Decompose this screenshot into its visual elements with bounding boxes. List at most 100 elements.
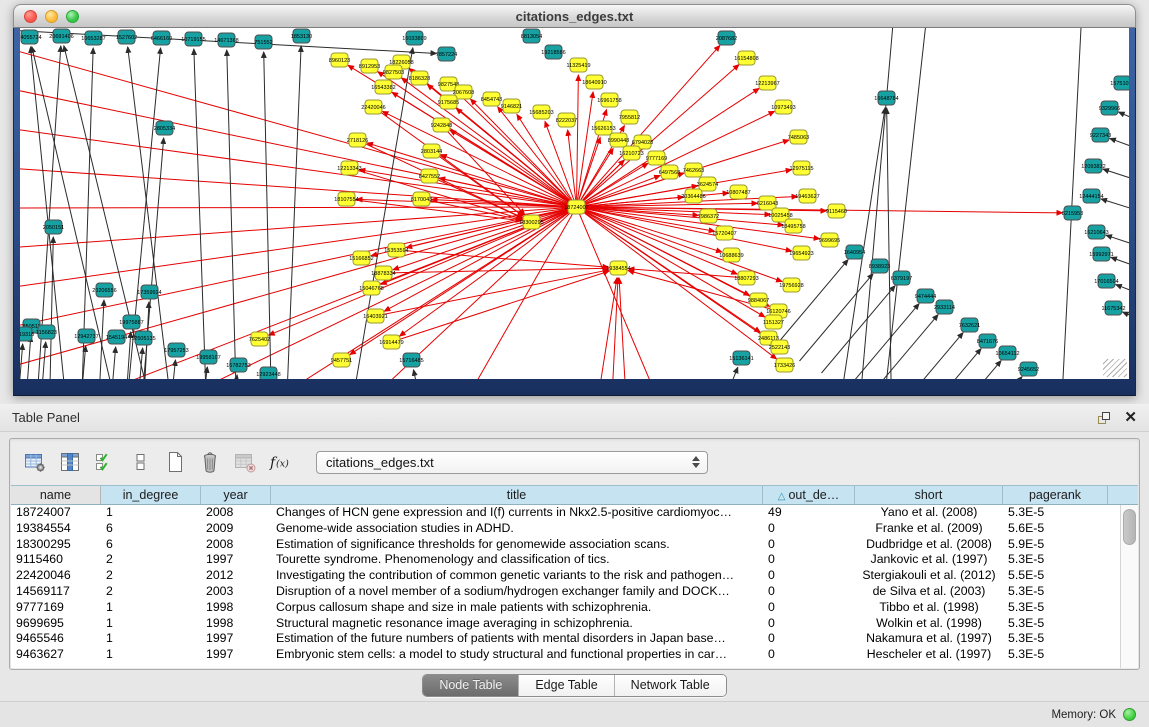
graph-node[interactable]: 15046768 [359, 281, 383, 295]
graph-node[interactable]: 9146821 [501, 99, 522, 113]
graph-node[interactable]: 9329966 [1099, 101, 1120, 115]
function-builder-icon[interactable]: f (x) [267, 449, 293, 475]
graph-node[interactable]: 8912953 [359, 59, 380, 73]
graph-node[interactable]: 6466160 [151, 31, 172, 45]
graph-node[interactable]: 19654923 [789, 246, 813, 260]
delete-rows-trash-icon[interactable] [197, 449, 223, 475]
graph-node[interactable]: 15992971 [1089, 247, 1113, 261]
graph-node[interactable]: 16154808 [734, 51, 758, 65]
graph-node[interactable]: 16648784 [874, 91, 898, 105]
column-header-title[interactable]: title [271, 486, 763, 504]
graph-node[interactable]: 9175685 [438, 95, 459, 109]
graph-node[interactable]: 1151327 [763, 315, 784, 329]
table-row[interactable]: 911546021997Tourette syndrome. Phenomeno… [11, 552, 1138, 568]
table-row[interactable]: 2242004622012Investigating the contribut… [11, 568, 1138, 584]
network-canvas[interactable]: 1872400789601238912953182260589827503818… [20, 28, 1129, 379]
show-columns-icon[interactable] [57, 449, 83, 475]
graph-node[interactable]: 16782753 [226, 358, 250, 372]
canvas-resize-grip[interactable] [1103, 359, 1127, 377]
graph-node[interactable]: 9699695 [819, 233, 840, 247]
graph-node[interactable]: 2805334 [154, 121, 175, 135]
graph-node[interactable]: 10807487 [726, 185, 750, 199]
graph-node[interactable]: 20691406 [49, 29, 73, 43]
graph-node[interactable]: 16403921 [363, 309, 387, 323]
graph-node[interactable]: 751552 [254, 35, 272, 49]
graph-node[interactable]: 16543382 [371, 80, 395, 94]
graph-node[interactable]: 9227343 [1090, 128, 1111, 142]
row-height-icon[interactable] [127, 449, 153, 475]
graph-node[interactable]: 12505135 [131, 331, 155, 345]
graph-node[interactable]: 1733426 [774, 358, 795, 372]
graph-node[interactable]: 16914479 [379, 335, 403, 349]
float-panel-icon[interactable] [1096, 410, 1112, 426]
graph-node[interactable]: 19756928 [779, 278, 803, 292]
column-header-out_de[interactable]: △out_de… [763, 486, 855, 504]
graph-node[interactable]: 14671368 [214, 33, 238, 47]
graph-node[interactable]: 2050151 [43, 220, 64, 234]
graph-node[interactable]: 19384554 [606, 261, 630, 275]
graph-node[interactable]: 6497568 [659, 165, 680, 179]
graph-node[interactable]: 7857224 [436, 47, 457, 61]
graph-node[interactable]: 11325419 [566, 58, 590, 72]
graph-node[interactable]: 2933114 [934, 300, 955, 314]
graph-node[interactable]: 7462663 [683, 163, 704, 177]
table-row[interactable]: 977716911998Corpus callosum shape and si… [11, 600, 1138, 616]
graph-node[interactable]: 16961758 [597, 93, 621, 107]
graph-node[interactable]: 12942737 [74, 329, 98, 343]
column-header-name[interactable]: name [11, 486, 101, 504]
graph-node[interactable]: 8222037 [556, 113, 577, 127]
graph-node[interactable]: 12213343 [337, 161, 361, 175]
graph-node[interactable]: 8990448 [608, 133, 629, 147]
graph-node[interactable]: 10653287 [81, 31, 105, 45]
graph-node[interactable]: 15685203 [529, 105, 553, 119]
graph-node[interactable]: 15136141 [729, 351, 753, 365]
graph-node[interactable]: 1156823 [36, 325, 57, 339]
column-header-year[interactable]: year [201, 486, 271, 504]
graph-node[interactable]: 12975115 [789, 161, 813, 175]
graph-node[interactable]: 15353594 [384, 243, 408, 257]
graph-node[interactable]: 9242848 [431, 118, 452, 132]
graph-node[interactable]: 1640954 [844, 245, 865, 259]
graph-node[interactable]: 10688639 [719, 248, 743, 262]
graph-node[interactable]: 18807293 [734, 271, 758, 285]
scrollbar-thumb[interactable] [1123, 509, 1136, 545]
graph-node[interactable]: 19218586 [541, 45, 565, 59]
graph-node[interactable]: 12093832 [1081, 159, 1105, 173]
graph-node[interactable]: 12213967 [755, 76, 779, 90]
graph-node[interactable]: 18495758 [781, 219, 805, 233]
table-selector-dropdown[interactable]: citations_edges.txt [316, 451, 708, 474]
graph-node[interactable]: 1545194 [106, 330, 127, 344]
tab-node-table[interactable]: Node Table [423, 675, 518, 696]
graph-node[interactable]: 12923448 [256, 367, 280, 379]
graph-node[interactable]: 7955812 [619, 110, 640, 124]
graph-node[interactable]: 8170043 [411, 192, 432, 206]
graph-node[interactable]: 8186328 [409, 71, 430, 85]
graph-node[interactable]: 18300295 [519, 215, 543, 229]
table-row[interactable]: 1456911722003Disruption of a novel membe… [11, 584, 1138, 600]
graph-node[interactable]: 9245652 [1018, 362, 1039, 376]
graph-node[interactable]: 1527602 [116, 30, 137, 44]
column-header-in_degree[interactable]: in_degree [101, 486, 201, 504]
graph-node[interactable]: 8215953 [1062, 206, 1083, 220]
graph-node[interactable]: 15166852 [349, 251, 373, 265]
graph-node[interactable]: 20364486 [681, 189, 705, 203]
graph-node[interactable]: 7986372 [698, 209, 719, 223]
graph-node[interactable]: 9827503 [383, 65, 404, 79]
graph-node[interactable]: 8471676 [977, 334, 998, 348]
graph-node[interactable]: 9884067 [748, 293, 769, 307]
graph-node[interactable]: 12444154 [1079, 189, 1103, 203]
graph-node[interactable]: 2522143 [769, 340, 790, 354]
graph-node[interactable]: 8960123 [329, 53, 350, 67]
vertical-scrollbar[interactable] [1120, 505, 1138, 668]
graph-node[interactable]: 10973493 [771, 100, 795, 114]
table-settings-icon[interactable] [22, 449, 48, 475]
table-row[interactable]: 1830029562008Estimation of significance … [11, 537, 1138, 553]
table-row[interactable]: 946362711997Embryonic stem cells: a mode… [11, 647, 1138, 663]
graph-node[interactable]: 15751074 [1110, 76, 1129, 90]
table-row[interactable]: 1938455462009Genome-wide association stu… [11, 521, 1138, 537]
graph-node[interactable]: 11675342 [1101, 301, 1125, 315]
graph-node[interactable]: 15716485 [399, 353, 423, 367]
graph-node[interactable]: 3919318 [20, 327, 34, 341]
graph-node[interactable]: 16210723 [619, 146, 643, 160]
graph-node[interactable]: 18878334 [371, 266, 395, 280]
